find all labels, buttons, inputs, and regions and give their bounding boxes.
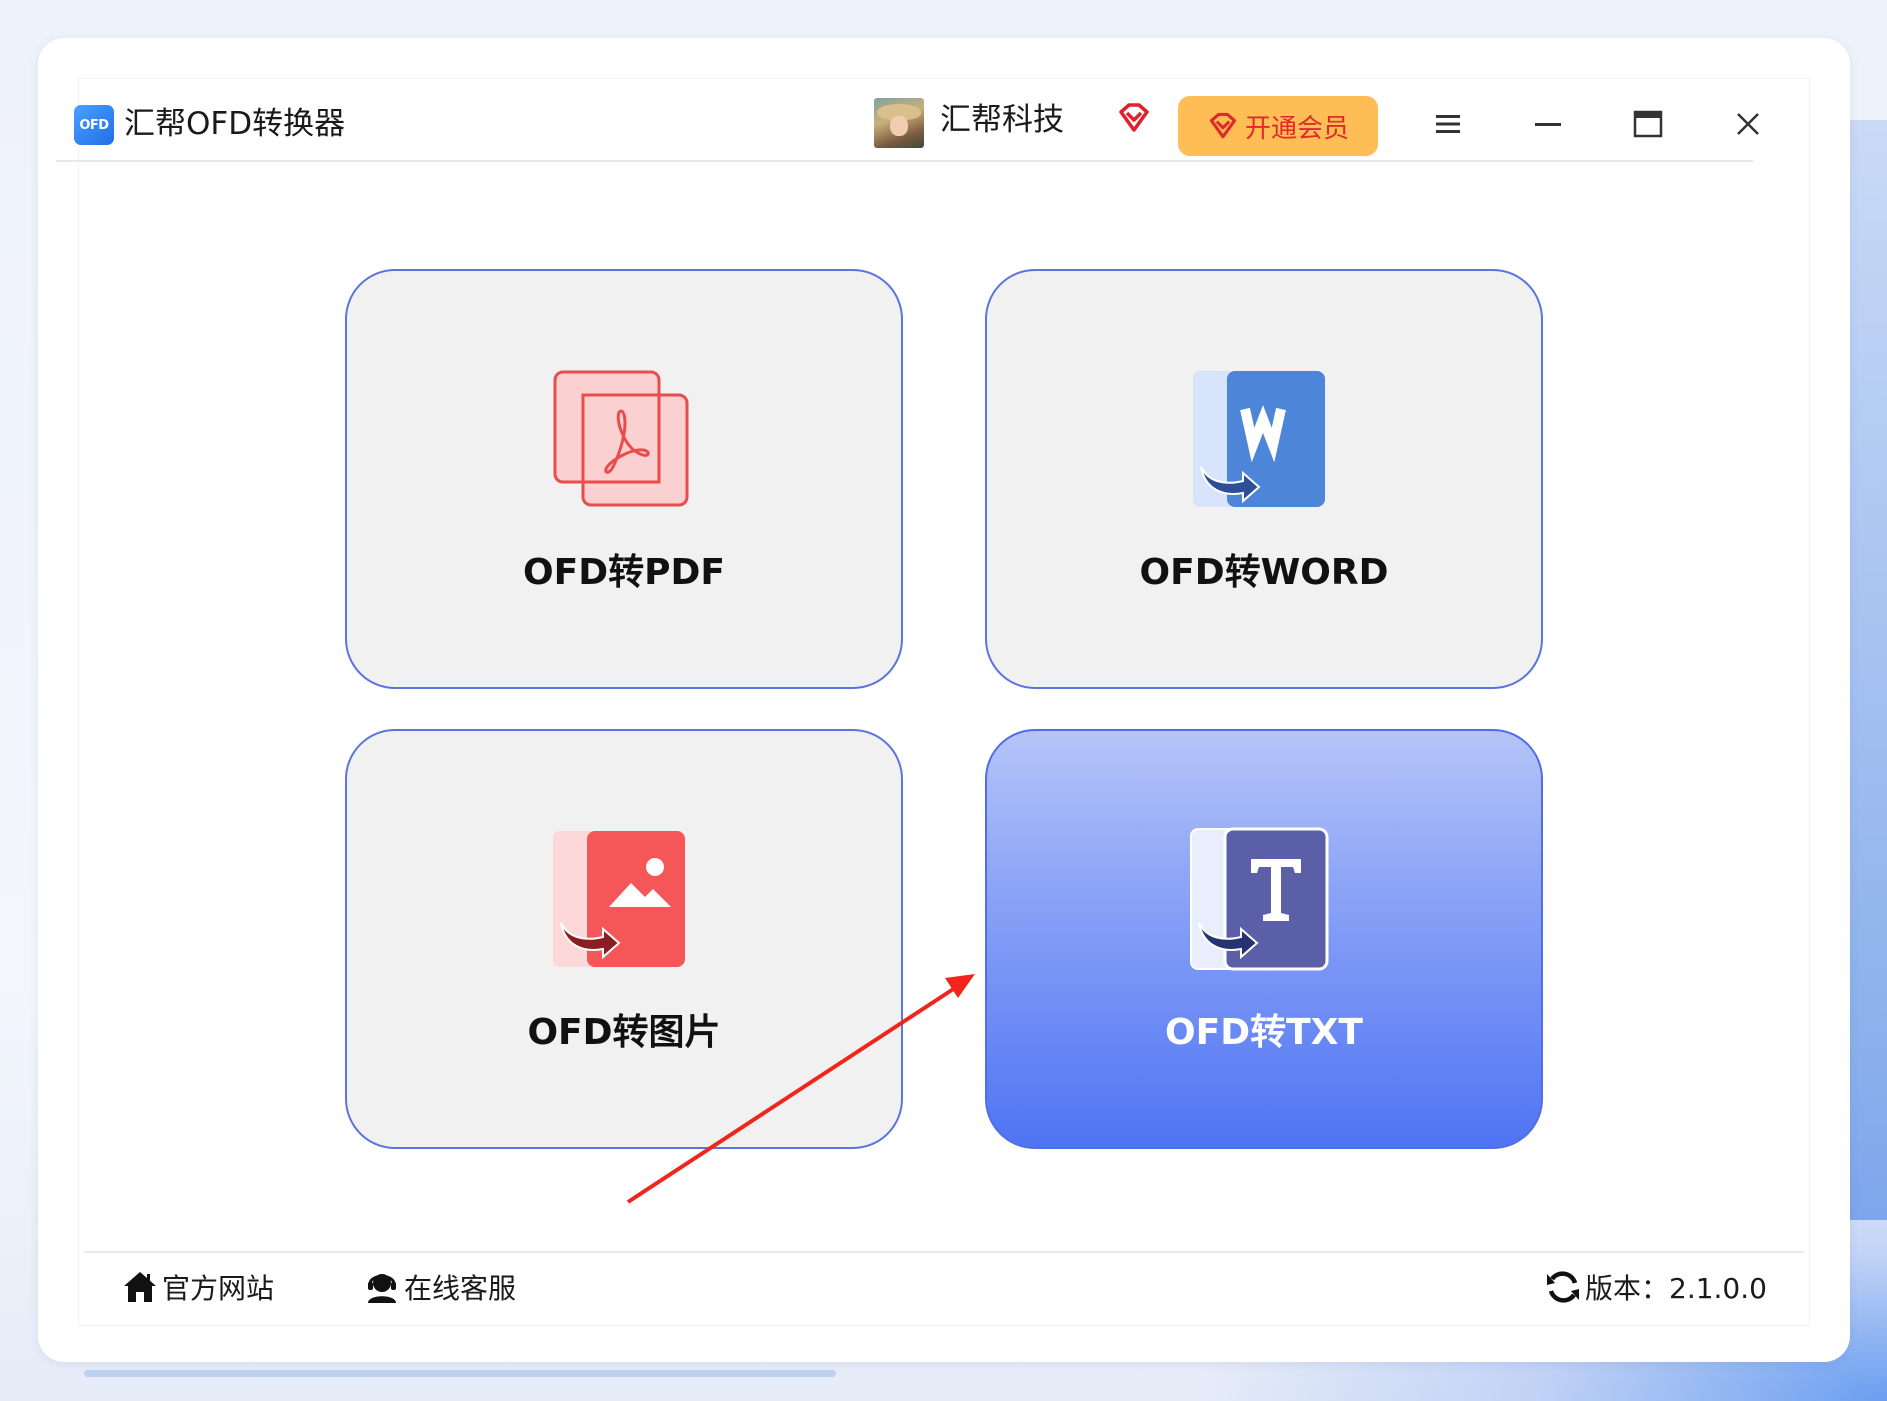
online-support-label: 在线客服 [404,1272,517,1305]
close-icon [1737,113,1759,135]
horizontal-scrollbar[interactable] [84,1370,836,1377]
vip-diamond-icon [1209,112,1237,139]
ofd-to-pdf-card[interactable]: OFD转PDF [345,269,903,689]
account-name[interactable]: 汇帮科技 [940,100,1064,140]
user-avatar[interactable] [874,98,924,148]
window-content [78,78,1810,1326]
maximize-button[interactable] [1624,100,1672,148]
menu-button[interactable] [1424,100,1472,148]
version-check[interactable]: 版本：2.1.0.0 [1545,1265,1767,1309]
online-support-link[interactable]: 在线客服 [364,1265,516,1309]
refresh-icon [1547,1271,1579,1303]
app-title: 汇帮OFD转换器 [124,106,346,142]
open-membership-button[interactable]: 开通会员 [1178,96,1378,156]
maximize-icon [1633,110,1663,138]
txt-document-icon [1190,827,1329,971]
open-membership-label: 开通会员 [1244,113,1349,144]
app-window [38,38,1850,1362]
home-icon [124,1272,156,1302]
close-button[interactable] [1724,100,1772,148]
ofd-to-image-card[interactable]: OFD转图片 [345,729,903,1149]
word-document-icon [1193,371,1325,507]
card-label: OFD转图片 [527,1012,721,1053]
card-label: OFD转WORD [1139,552,1389,593]
ofd-to-word-card[interactable]: OFD转WORD [985,269,1543,689]
pdf-document-icon [553,370,689,507]
image-document-icon [553,831,685,967]
card-label: OFD转TXT [1165,1012,1363,1053]
background-accent [1847,120,1887,1220]
title-bar: OFD 汇帮OFD转换器 汇帮科技 开通会员 [56,60,1759,162]
official-website-link[interactable]: 官方网站 [122,1265,274,1309]
minimize-button[interactable] [1524,100,1572,148]
footer-divider [84,1251,1804,1253]
minimize-icon [1535,123,1561,126]
menu-icon [1436,115,1460,133]
ofd-to-txt-card[interactable]: OFD转TXT [985,729,1543,1149]
app-logo-icon: OFD [74,105,114,145]
card-label: OFD转PDF [523,552,725,593]
customer-service-icon [368,1274,396,1303]
version-label: 版本：2.1.0.0 [1585,1272,1767,1305]
vip-diamond-icon [1119,103,1149,132]
official-website-label: 官方网站 [162,1272,275,1305]
